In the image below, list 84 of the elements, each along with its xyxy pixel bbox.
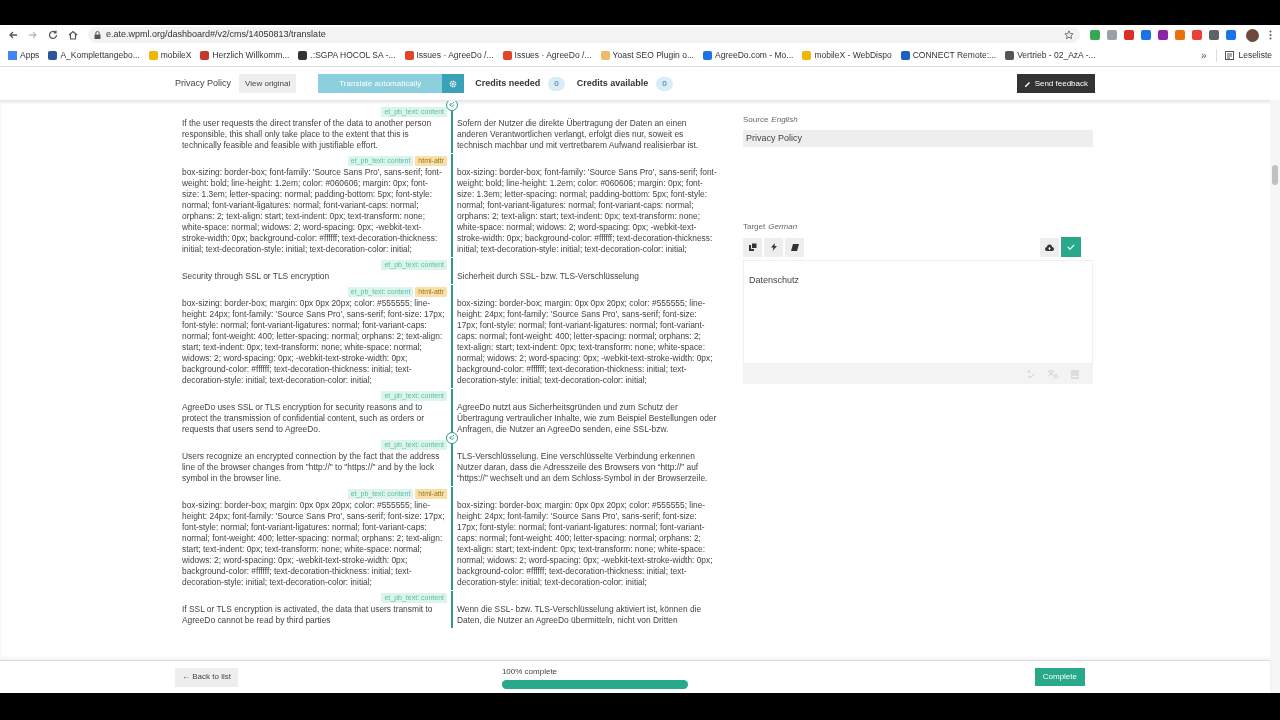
bookmark-icon: [702, 51, 712, 60]
eraser-button[interactable]: [785, 237, 804, 257]
bookmark-link[interactable]: Issues · AgreeDo /...: [514, 49, 592, 62]
copy-button[interactable]: [743, 237, 762, 257]
progress-label: 100% complete: [501, 665, 559, 678]
reading-list-icon[interactable]: [1225, 51, 1235, 60]
source-text: AgreeDo uses SSL or TLS encryption for security reasons and to protect the transmission of confidential content, such as orders or requests that users send to AgreeDo.: [182, 402, 426, 435]
pencil-icon: [1023, 80, 1031, 87]
document-title: Privacy Policy: [175, 76, 231, 90]
bookmark-link[interactable]: Herzlich Willkomm...: [212, 49, 290, 62]
target-text-area[interactable]: Datenschutz: [743, 260, 1093, 364]
target-text: box-sizing: border-box; font-family: 'Source Sans Pro', sans-serif; font-weight: bold; line-height: 1.2em; color: #060606; margin: 0px; font-size: 1.3em; letter-spacing: normal; padding-bottom: 5px; font-style: normal; font-variant-ligatures: normal; font-variant-caps: normal; orphans: 2; text-align: start; text-indent: 0px; text-transform: none; white-space: normal; widows: 2; word-spacing: 0px; -webkit-text-stroke-width: 0px; background-color: #ffffff; text-decoration-thickness: initial; text-decoration-style: initial; text-decoration-color: initial;: [457, 167, 718, 255]
bookmark-icon: [900, 51, 910, 60]
bookmark-link[interactable]: CONNECT Remote:...: [912, 49, 997, 62]
bookmark-link[interactable]: A_Komplettangebo...: [60, 49, 140, 62]
credits-available-count: 0: [656, 76, 673, 91]
avatar-icon[interactable]: [1246, 28, 1259, 42]
credits-needed-label: Credits needed: [475, 76, 541, 90]
bookmark-link[interactable]: mobileX - WebDispo: [814, 49, 892, 62]
bookmark-link[interactable]: mobileX: [160, 49, 192, 62]
bookmark-icon: [200, 51, 210, 60]
target-text: Wenn die SSL- bzw. TLS-Verschlüsselung aktiviert ist, können die Daten, die Nutzer an AgreeDo übermitteln, nicht von Dritten: [457, 604, 703, 626]
url-field[interactable]: e.ate.wpml.org/dashboard#/v2/cms/14050813/translate: [88, 27, 1080, 43]
bookmark-icon: [298, 51, 308, 60]
source-text: Privacy Policy: [746, 131, 802, 145]
settings-button[interactable]: [442, 74, 465, 93]
cloud-upload-button[interactable]: [1040, 237, 1059, 257]
check-icon: [1067, 244, 1075, 250]
bookmark-link[interactable]: Apps: [20, 49, 40, 62]
lightning-button[interactable]: [764, 237, 783, 257]
home-icon[interactable]: [68, 30, 78, 40]
bookmark-icon: [502, 51, 512, 60]
target-text: box-sizing: border-box; margin: 0px 0px 20px; color: #555555; line-height: 24px; font-family: 'Source Sans Pro', sans-serif; font-size: 17px; font-style: normal; font-variant-ligatures: normal; font-variant-caps: normal; font-weight: 400; letter-spacing: normal; orphans: 2; text-align: start; text-indent: 0px; text-transform: none; white-space: normal; widows: 2; word-spacing: 0px; -webkit-text-stroke-width: 0px; background-color: #ffffff; text-decoration-thickness: initial; text-decoration-style: initial; text-decoration-color: initial;: [457, 500, 714, 588]
target-text: Datenschutz: [749, 275, 800, 285]
back-to-list-button[interactable]: ← Back to list: [175, 667, 238, 687]
url-text: e.ate.wpml.org/dashboard#/v2/cms/14050813/translate: [106, 28, 327, 42]
source-text: Security through SSL or TLS encryption: [182, 271, 331, 282]
lock-icon: [94, 31, 101, 39]
credits-needed-count: 0: [548, 76, 565, 91]
eraser-icon: [790, 243, 799, 251]
source-text: If SSL or TLS encryption is activated, the data that users transmit to AgreeDo cannot be read by third parties: [182, 604, 434, 626]
source-text: Users recognize an encrypted connection by the fact that the address line of the browser changes from "http://" to "https://" and by the lock symbol in the browser line.: [182, 451, 441, 484]
source-language: English: [771, 114, 798, 126]
cloud-upload-icon: [1045, 243, 1054, 251]
view-original-button[interactable]: View original: [239, 74, 297, 93]
scrollbar[interactable]: [1270, 100, 1280, 693]
apps-icon: [8, 51, 17, 60]
target-label: Target: [743, 221, 766, 233]
source-label: Source: [743, 114, 769, 126]
bookmark-link[interactable]: AgreeDo.com - Mo...: [714, 49, 794, 62]
bookmark-icon: [600, 51, 610, 60]
bookmark-link[interactable]: Vertrieb - 02_AzA -...: [1017, 49, 1096, 62]
gear-icon: [449, 79, 458, 88]
bookmark-icon: [404, 51, 414, 60]
lightning-icon: [770, 243, 777, 251]
source-text: box-sizing: border-box; margin: 0px 0px 20px; color: #555555; line-height: 24px; font-family: 'Source Sans Pro', sans-serif; font-size: 17px; font-style: normal; font-variant-ligatures: normal; font-variant-caps: normal; font-weight: 400; letter-spacing: normal; orphans: 2; text-align: start; text-indent: 0px; text-transform: none; white-space: normal; widows: 2; word-spacing: 0px; -webkit-text-stroke-width: 0px; background-color: #ffffff; text-decoration-thickness: initial; text-decoration-style: initial; text-decoration-color: initial;: [182, 500, 445, 588]
menu-icon[interactable]: [1269, 30, 1272, 40]
forward-icon[interactable]: [28, 30, 38, 40]
scrollbar-thumb[interactable]: [1272, 165, 1278, 185]
bookmark-icon: [48, 51, 58, 60]
bookmark-icon: [148, 51, 158, 60]
spellcheck-icon[interactable]: [1027, 369, 1035, 379]
back-icon[interactable]: [8, 30, 18, 40]
target-text: Sicherheit durch SSL- bzw. TLS-Verschlüsselung: [457, 271, 640, 282]
copy-icon: [748, 243, 757, 251]
credits-available-label: Credits available: [576, 76, 649, 90]
source-text: box-sizing: border-box; font-family: 'Source Sans Pro', sans-serif; font-weight: bold; line-height: 1.2em; color: #060606; margin: 0px; font-size: 1.3em; letter-spacing: normal; padding-bottom: 5px; font-style: normal; font-variant-ligatures: normal; font-variant-caps: normal; orphans: 2; text-align: start; text-indent: 0px; text-transform: none; white-space: normal; widows: 2; word-spacing: 0px; -webkit-text-stroke-width: 0px; background-color: #ffffff; text-decoration-thickness: initial; text-decoration-style: initial; text-decoration-color: initial;: [182, 167, 443, 255]
source-text: If the user requests the direct transfer of the data to another person responsible, this shall only take place to the extent that this is technically feasible and feasible with justifiable effort.: [182, 118, 433, 151]
bookmark-link[interactable]: Issues · AgreeDo /...: [416, 49, 494, 62]
more-bookmarks-button[interactable]: »: [1200, 48, 1207, 63]
bookmark-icon: [1005, 51, 1015, 60]
bookmark-link[interactable]: .:SGPA HOCOL SA -...: [310, 49, 396, 62]
target-text: AgreeDo nutzt aus Sicherheitsgründen und zum Schutz der Übertragung vertraulicher Inhalte, wie zum Beispiel Bestellungen oder Anfragen, die Nutzer an AgreeDo senden, eine SSL-bzw.: [457, 402, 718, 435]
target-language: German: [768, 221, 798, 233]
source-text: box-sizing: border-box; margin: 0px 0px 20px; color: #555555; line-height: 24px; font-family: 'Source Sans Pro', sans-serif; font-size: 17px; font-style: normal; font-variant-ligatures: normal; font-variant-caps: normal; font-weight: 400; letter-spacing: normal; orphans: 2; text-align: start; text-indent: 0px; text-transform: none; white-space: normal; widows: 2; word-spacing: 0px; -webkit-text-stroke-width: 0px; background-color: #ffffff; text-decoration-thickness: initial; text-decoration-style: initial; text-decoration-color: initial;: [182, 298, 445, 386]
reload-icon[interactable]: [48, 30, 58, 40]
bookmark-icon: [802, 51, 812, 60]
target-text: Sofern der Nutzer die direkte Übertragung der Daten an einen anderen Verantwortlichen verlangt, erfolgt dies nur, soweit es technisch machbar und mit vertretbarem Aufwand realisierbar ist.: [457, 118, 700, 151]
reading-list-link[interactable]: Leseliste: [1238, 49, 1272, 62]
target-text: TLS-Verschlüsselung. Eine verschlüsselte Verbindung erkennen Nutzer daran, dass die Adresszeile des Browsers von “http://” auf “https://” wechselt und an dem Schloss-Symbol in der Browserzeile.: [457, 451, 709, 484]
star-icon[interactable]: [1064, 30, 1074, 40]
target-text: box-sizing: border-box; margin: 0px 0px 20px; color: #555555; line-height: 24px; font-family: 'Source Sans Pro', sans-serif; font-size: 17px; font-style: normal; font-variant-ligatures: normal; font-variant-caps: normal; font-weight: 400; letter-spacing: normal; orphans: 2; text-align: start; text-indent: 0px; text-transform: none; white-space: normal; widows: 2; word-spacing: 0px; -webkit-text-stroke-width: 0px; background-color: #ffffff; text-decoration-thickness: initial; text-decoration-style: initial; text-decoration-color: initial;: [457, 298, 714, 386]
send-feedback-button[interactable]: Send feedback: [1016, 74, 1095, 93]
bookmark-link[interactable]: Yoast SEO Plugin o...: [612, 49, 694, 62]
